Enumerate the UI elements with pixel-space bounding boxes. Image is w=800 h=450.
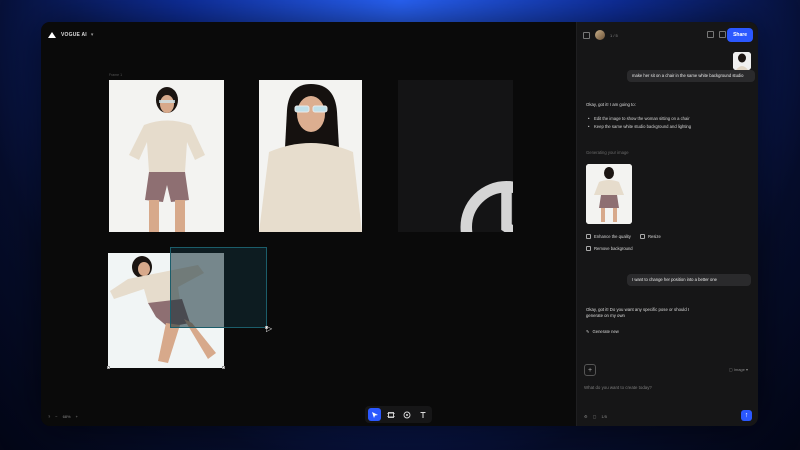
status-text: Generating your image	[586, 150, 629, 155]
list-item: Keep the same white studio background an…	[588, 124, 708, 130]
layout-icon[interactable]	[719, 31, 726, 38]
enhance-quality-button[interactable]: Enhance the quality	[586, 234, 631, 239]
add-attachment-button[interactable]: +	[584, 364, 596, 376]
generate-new-button[interactable]: ✎ Generate new	[586, 329, 619, 334]
sparkle-icon	[586, 234, 591, 239]
text-icon	[420, 411, 425, 418]
list-item: Edit the image to show the woman sitting…	[588, 116, 708, 122]
suggested-actions: Enhance the quality Resize Remove backgr…	[586, 234, 756, 258]
assistant-message: Okay, got it! Do you want any specific p…	[586, 307, 690, 318]
panel-icons	[707, 31, 726, 38]
chevron-down-icon[interactable]: ▾	[91, 32, 94, 38]
cursor-pointer-icon: ▷	[266, 324, 273, 333]
user-message: make her sit on a chair in the same whit…	[627, 70, 755, 82]
eraser-icon	[586, 246, 591, 251]
share-button[interactable]: Share	[727, 28, 753, 42]
resize-button[interactable]: Resize	[639, 234, 661, 239]
user-message: I want to change her position into a bet…	[627, 274, 751, 286]
play-icon[interactable]	[583, 31, 590, 39]
image-tool-button[interactable]	[400, 408, 413, 421]
prompt-input[interactable]: What do you want to create today?	[584, 385, 652, 390]
zoom-in-icon[interactable]: +	[76, 414, 78, 419]
frame-icon	[386, 411, 395, 418]
frame-label: Frame 1	[109, 73, 123, 77]
text-tool-button[interactable]	[416, 408, 429, 421]
prompt-composer: + ▢ Image ▾ What do you want to create t…	[580, 359, 756, 423]
avatar[interactable]	[595, 30, 605, 40]
frame-tool-button[interactable]	[384, 408, 397, 421]
canvas-toolbar	[365, 406, 432, 423]
canvas-image-1[interactable]	[109, 80, 224, 232]
remove-background-button[interactable]: Remove background	[586, 246, 633, 251]
help-icon[interactable]: ?	[48, 414, 50, 419]
canvas-placeholder-frame[interactable]	[398, 80, 513, 232]
canvas-footer-left: ? − 68% +	[48, 414, 78, 419]
send-button[interactable]: ↑	[741, 410, 752, 421]
resize-handle[interactable]	[107, 366, 110, 369]
assistant-message: Okay, got it! I am going to:	[586, 102, 636, 107]
image-count: 1/5	[601, 414, 607, 419]
image-count-icon[interactable]: ▢	[593, 414, 597, 419]
mode-select-label: Image	[733, 367, 745, 372]
image-icon	[403, 411, 410, 418]
select-tool-button[interactable]	[368, 408, 381, 421]
user-image-thumbnail[interactable]	[733, 52, 751, 70]
resize-icon	[639, 234, 645, 239]
mode-select[interactable]: ▢ Image ▾	[729, 367, 748, 372]
loading-icon	[460, 181, 513, 232]
settings-icon[interactable]: ⚙	[584, 414, 588, 419]
resize-handle[interactable]	[222, 366, 225, 369]
selection-box[interactable]	[170, 247, 268, 329]
app-logo-icon[interactable]	[47, 31, 57, 39]
action-label: Resize	[647, 234, 661, 239]
app-window: VOGUE AI ▾ Frame 1 ▷ ? − 68% + 1 / 5 Sha…	[41, 22, 758, 426]
generate-label: Generate new	[592, 329, 619, 334]
wand-icon: ✎	[586, 329, 590, 334]
zoom-level[interactable]: 68%	[63, 414, 71, 419]
assistant-bullet-list: Edit the image to show the woman sitting…	[588, 116, 708, 132]
design-canvas[interactable]: VOGUE AI ▾ Frame 1 ▷ ? − 68% +	[41, 22, 576, 426]
project-name[interactable]: VOGUE AI	[61, 32, 87, 38]
zoom-out-icon[interactable]: −	[55, 414, 57, 419]
page-indicator: 1 / 5	[610, 32, 618, 38]
generated-image-thumbnail[interactable]	[586, 164, 632, 224]
history-icon[interactable]	[707, 31, 714, 38]
composer-footer: ⚙ ▢ 1/5	[584, 414, 607, 419]
canvas-image-2[interactable]	[259, 80, 362, 232]
action-label: Remove background	[594, 246, 633, 251]
pointer-icon	[371, 411, 378, 418]
canvas-topbar: VOGUE AI ▾	[47, 28, 93, 42]
chat-panel: 1 / 5 Share make her sit on a chair in t…	[576, 22, 758, 426]
action-label: Enhance the quality	[594, 234, 631, 239]
